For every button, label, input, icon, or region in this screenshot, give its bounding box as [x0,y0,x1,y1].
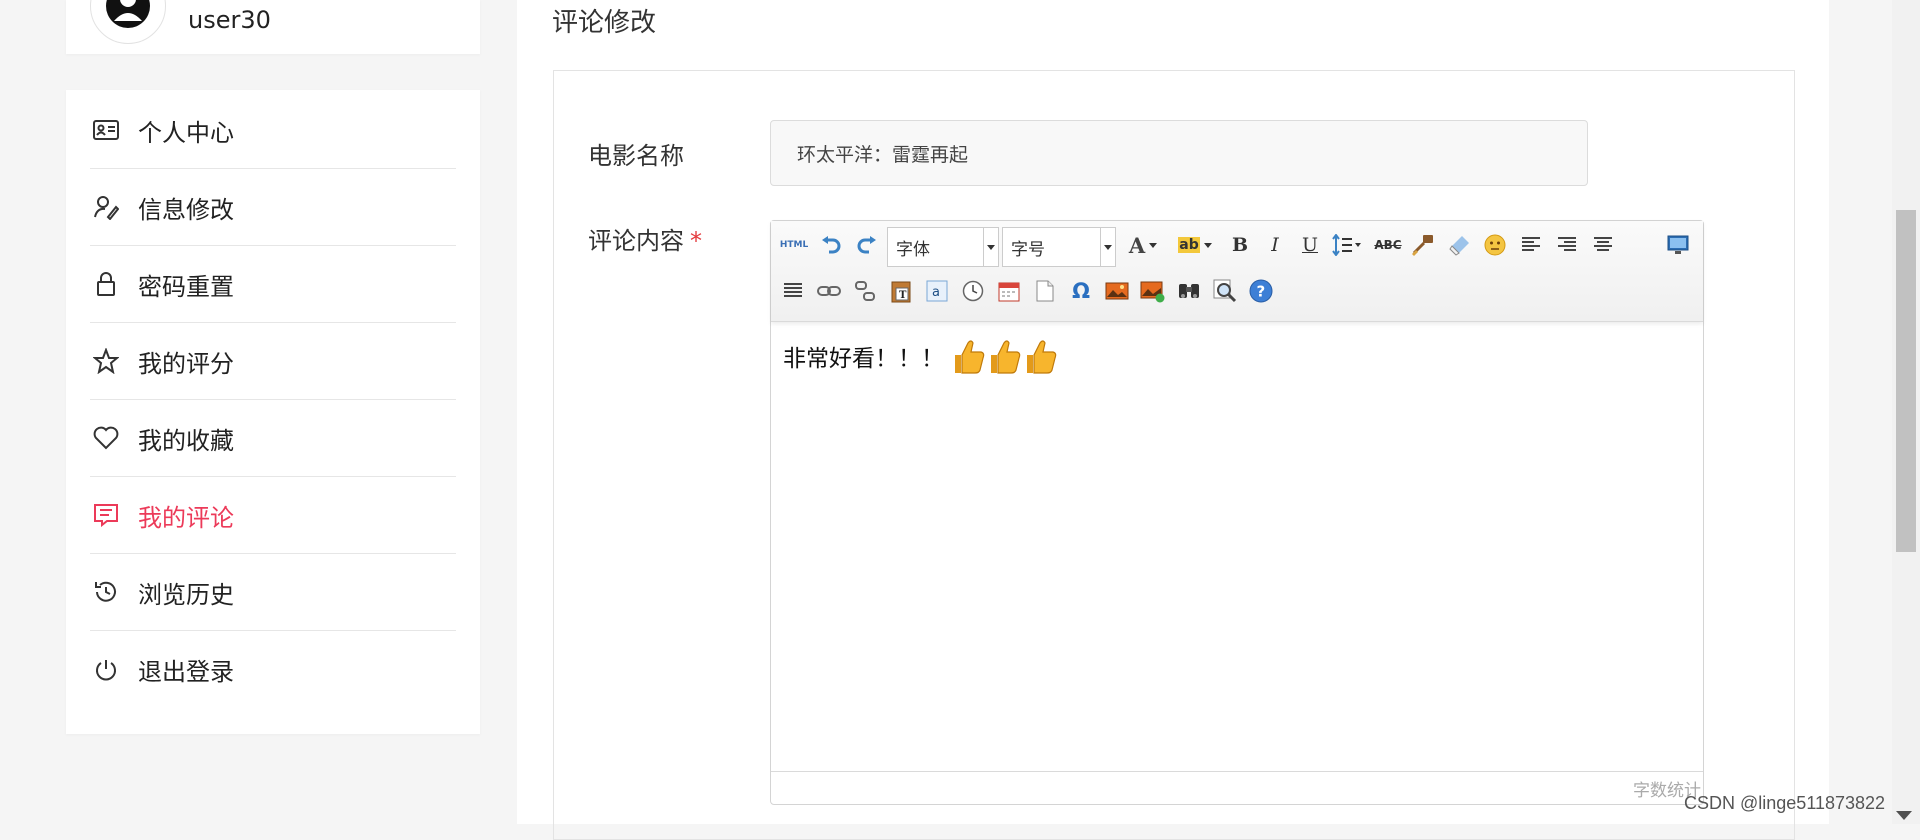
page-break-icon[interactable] [1031,277,1059,305]
main-panel: 评论修改 电影名称 环太平洋：雷霆再起 评论内容 * HTML 字体 字号 A … [517,0,1829,840]
undo-icon[interactable] [817,231,845,259]
sidebar-item-label: 个人中心 [138,118,234,147]
plain-text-icon[interactable]: a [923,277,951,305]
underline-icon[interactable]: U [1296,231,1324,259]
username: user30 [188,6,271,34]
user-card: user30 [66,0,480,54]
sidebar-item-edit-info[interactable]: 信息修改 [90,169,456,246]
html-source-icon[interactable]: HTML [779,231,809,259]
comment-form: 电影名称 环太平洋：雷霆再起 评论内容 * HTML 字体 字号 A ab B … [553,70,1795,840]
sidebar-item-label: 密码重置 [138,272,234,301]
sidebar-menu: 个人中心 信息修改 密码重置 我的评分 我的收藏 我的评论 浏览历史 退出登录 [66,90,480,734]
id-card-icon [92,116,120,144]
sidebar-item-label: 我的收藏 [138,426,234,455]
required-mark: * [690,227,702,255]
sidebar-item-ratings[interactable]: 我的评分 [90,323,456,400]
scrollbar-thumb[interactable] [1896,210,1916,552]
sidebar-item-profile[interactable]: 个人中心 [90,92,456,169]
line-height-icon[interactable] [1327,231,1367,259]
sidebar-item-label: 我的评论 [138,503,234,532]
font-family-select[interactable]: 字体 [887,227,999,267]
image-icon[interactable] [1103,277,1131,305]
preview-icon[interactable] [1211,277,1239,305]
fullscreen-icon[interactable] [1664,231,1692,259]
align-right-icon[interactable] [1553,231,1581,259]
link-icon[interactable] [815,277,843,305]
comment-label-text: 评论内容 [588,227,684,255]
movie-name-field[interactable]: 环太平洋：雷霆再起 [770,120,1588,186]
eraser-icon[interactable] [1445,231,1473,259]
find-replace-icon[interactable] [1175,277,1203,305]
format-painter-icon[interactable] [1409,231,1437,259]
sidebar-item-label: 浏览历史 [138,580,234,609]
unlink-icon[interactable] [851,277,879,305]
editor-status-bar: 字数统计 [771,771,1703,804]
lock-icon [92,270,120,298]
star-icon [92,347,120,375]
font-family-label: 字体 [896,239,930,260]
help-icon[interactable]: ? [1247,277,1275,305]
watermark: CSDN @linge511873822 [1684,793,1886,813]
page-scrollbar[interactable] [1892,0,1920,824]
editor-content[interactable]: 非常好看！！！ [783,337,1058,375]
justify-icon[interactable] [779,277,807,305]
strikethrough-icon[interactable]: ABC [1371,231,1405,259]
align-center-icon[interactable] [1589,231,1617,259]
multi-image-icon[interactable] [1139,277,1167,305]
sidebar-item-label: 退出登录 [138,658,234,686]
heart-icon [92,424,120,452]
paste-text-icon[interactable]: T [887,277,915,305]
svg-text:T: T [899,290,907,301]
font-size-select[interactable]: 字号 [1002,227,1116,267]
svg-text:a: a [932,285,940,300]
italic-icon[interactable]: I [1261,231,1289,259]
svg-text:?: ? [1257,283,1266,301]
sidebar-item-label: 我的评分 [138,349,234,378]
sidebar-item-favorites[interactable]: 我的收藏 [90,400,456,477]
font-size-label: 字号 [1011,239,1045,260]
chevron-down-icon [983,228,998,266]
time-icon[interactable] [959,277,987,305]
movie-name-label: 电影名称 [588,142,684,170]
chevron-down-icon [1100,228,1115,266]
user-avatar-icon [106,0,150,28]
sidebar-item-label: 信息修改 [138,195,234,224]
date-icon[interactable] [995,277,1023,305]
scroll-down-arrow-icon[interactable] [1896,811,1912,820]
history-icon [92,578,120,606]
comment-icon [92,501,120,529]
sidebar-item-comments[interactable]: 我的评论 [90,477,456,554]
emoticon-icon[interactable] [1481,231,1509,259]
sidebar-item-history[interactable]: 浏览历史 [90,554,456,631]
align-left-icon[interactable] [1517,231,1545,259]
user-edit-icon [92,193,120,221]
sidebar-item-logout[interactable]: 退出登录 [90,631,456,708]
page-title: 评论修改 [552,8,657,38]
bold-icon[interactable]: B [1226,231,1254,259]
thumbs-up-icon [991,340,1021,374]
comment-text: 非常好看！！！ [783,346,944,372]
special-char-icon[interactable]: Ω [1067,277,1095,305]
thumbs-up-icon [1027,340,1057,374]
comment-content-label: 评论内容 * [588,221,702,256]
highlight-color-icon[interactable]: ab [1173,231,1217,259]
redo-icon[interactable] [853,231,881,259]
thumbs-up-icon [955,340,985,374]
editor-toolbar: HTML 字体 字号 A ab B I U ABC T a Ω ? [771,221,1703,322]
font-color-icon[interactable]: A [1123,231,1163,259]
avatar[interactable] [90,0,166,44]
power-icon [92,656,120,684]
thumbs-up-emojis [950,337,1058,375]
sidebar-item-reset-password[interactable]: 密码重置 [90,246,456,323]
rich-text-editor: HTML 字体 字号 A ab B I U ABC T a Ω ? 非常好看！！… [770,220,1704,805]
